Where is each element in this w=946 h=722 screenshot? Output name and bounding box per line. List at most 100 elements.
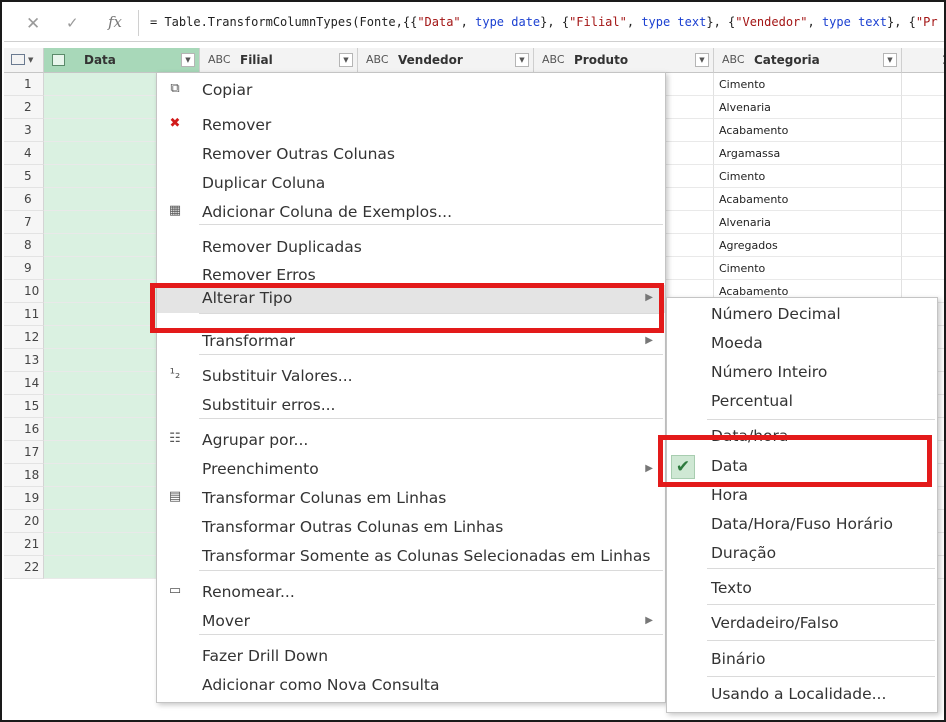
- type-option-moeda[interactable]: Moeda: [667, 330, 937, 358]
- menu-item-label: Transformar Colunas em Linhas: [202, 489, 447, 507]
- row-number: 4: [4, 142, 44, 165]
- type-option-binario[interactable]: Binário: [667, 646, 937, 674]
- chevron-right-icon: ▶: [645, 615, 653, 626]
- menu-item-transformar-colunas-em-linhas[interactable]: ▤ Transformar Colunas em Linhas: [157, 485, 665, 513]
- column-header-vendedor[interactable]: ABC Vendedor ▼: [358, 48, 534, 73]
- menu-item-agrupar-por[interactable]: ☷ Agrupar por...: [157, 427, 665, 455]
- table-cell[interactable]: Argamassa: [714, 142, 902, 165]
- menu-item-adicionar-como-nova-consulta[interactable]: Adicionar como Nova Consulta: [157, 672, 665, 700]
- text-type-icon: ABC: [722, 53, 745, 66]
- table-cell[interactable]: [902, 234, 944, 257]
- menu-item-remover-outras-colunas[interactable]: Remover Outras Colunas: [157, 141, 665, 169]
- table-cell[interactable]: Agregados: [714, 234, 902, 257]
- menu-item-mover[interactable]: Mover ▶: [157, 608, 665, 636]
- column-header-data[interactable]: Data ▼: [44, 48, 200, 73]
- table-cell[interactable]: Acabamento: [714, 119, 902, 142]
- formula-token: "Filial": [569, 15, 627, 29]
- type-option-percentual[interactable]: Percentual: [667, 388, 937, 416]
- type-option-label: Duração: [711, 544, 777, 562]
- formula-separator: [138, 10, 139, 36]
- type-option-label: Usando a Localidade...: [711, 685, 887, 703]
- table-cell[interactable]: [902, 73, 944, 96]
- type-option-verdadeiro-falso[interactable]: Verdadeiro/Falso: [667, 610, 937, 638]
- type-option-texto[interactable]: Texto: [667, 575, 937, 603]
- type-option-label: Data: [711, 457, 749, 475]
- rename-icon: ▭: [168, 583, 182, 598]
- formula-token: }, {: [540, 15, 570, 29]
- menu-item-duplicar-coluna[interactable]: Duplicar Coluna: [157, 170, 665, 198]
- menu-item-label: Transformar Outras Colunas em Linhas: [202, 518, 504, 536]
- type-option-numero-inteiro[interactable]: Número Inteiro: [667, 359, 937, 387]
- menu-item-preenchimento[interactable]: Preenchimento ▶: [157, 456, 665, 484]
- column-filter-dropdown-icon[interactable]: ▼: [695, 53, 709, 67]
- fx-icon[interactable]: fx: [108, 13, 122, 31]
- menu-item-label: Remover Duplicadas: [202, 238, 362, 256]
- type-option-label: Percentual: [711, 392, 793, 410]
- table-menu-button[interactable]: ▼: [4, 48, 44, 73]
- table-cell[interactable]: [902, 96, 944, 119]
- table-cell[interactable]: Cimento: [714, 73, 902, 96]
- type-option-usando-a-localidade[interactable]: Usando a Localidade...: [667, 681, 937, 709]
- row-number: 8: [4, 234, 44, 257]
- formula-token: = Table.TransformColumnTypes(Fonte,{{: [150, 15, 418, 29]
- menu-item-adicionar-coluna-de-exemplos[interactable]: ▦ Adicionar Coluna de Exemplos...: [157, 199, 665, 227]
- column-header-label: Vendedor: [398, 53, 463, 67]
- type-option-duracao[interactable]: Duração: [667, 540, 937, 568]
- table-cell[interactable]: Alvenaria: [714, 211, 902, 234]
- column-filter-dropdown-icon[interactable]: ▼: [515, 53, 529, 67]
- formula-token: "Vendedor": [735, 15, 808, 29]
- table-cell[interactable]: Cimento: [714, 165, 902, 188]
- column-header-produto[interactable]: ABC Produto ▼: [534, 48, 714, 73]
- column-filter-dropdown-icon[interactable]: ▼: [883, 53, 897, 67]
- row-number: 6: [4, 188, 44, 211]
- date-type-icon: [52, 54, 65, 66]
- menu-item-label: Substituir erros...: [202, 396, 336, 414]
- chevron-right-icon: ▶: [645, 335, 653, 346]
- menu-item-alterar-tipo[interactable]: Alterar Tipo ▶: [157, 285, 665, 313]
- formula-token: ,: [807, 15, 822, 29]
- type-option-data-hora[interactable]: Data/hora: [667, 423, 937, 451]
- menu-item-transformar-somente-as-colunas-selecionadas-em-linhas[interactable]: Transformar Somente as Colunas Seleciona…: [157, 543, 665, 571]
- column-filter-dropdown-icon[interactable]: ▼: [339, 53, 353, 67]
- menu-item-substituir-valores[interactable]: ¹₂ Substituir Valores...: [157, 363, 665, 391]
- confirm-formula-icon[interactable]: ✓: [66, 14, 79, 32]
- power-query-editor: ✕ ✓ fx = Table.TransformColumnTypes(Font…: [0, 0, 946, 722]
- menu-item-fazer-drill-down[interactable]: Fazer Drill Down: [157, 643, 665, 671]
- table-cell[interactable]: [902, 257, 944, 280]
- table-cell[interactable]: [902, 142, 944, 165]
- menu-item-copiar[interactable]: ⧉ Copiar: [157, 77, 665, 105]
- table-cell[interactable]: Acabamento: [714, 188, 902, 211]
- column-header-label: Produto: [574, 53, 629, 67]
- menu-item-label: Mover: [202, 612, 250, 630]
- menu-item-renomear[interactable]: ▭ Renomear...: [157, 579, 665, 607]
- formula-text[interactable]: = Table.TransformColumnTypes(Fonte,{{"Da…: [150, 15, 938, 29]
- table-cell[interactable]: [902, 119, 944, 142]
- formula-token: "Pr: [915, 15, 938, 29]
- formula-token: ,: [626, 15, 642, 29]
- column-header-filial[interactable]: ABC Filial ▼: [200, 48, 358, 73]
- cancel-formula-icon[interactable]: ✕: [26, 14, 40, 34]
- menu-item-label: Copiar: [202, 81, 253, 99]
- column-filter-dropdown-icon[interactable]: ▼: [181, 53, 195, 67]
- table-cell[interactable]: Alvenaria: [714, 96, 902, 119]
- type-option-label: Hora: [711, 486, 749, 504]
- replace-values-icon: ¹₂: [169, 367, 181, 382]
- menu-item-substituir-erros[interactable]: Substituir erros...: [157, 392, 665, 420]
- type-option-data[interactable]: ✔ Data: [667, 453, 937, 481]
- type-option-hora[interactable]: Hora: [667, 482, 937, 510]
- menu-item-transformar[interactable]: Transformar ▶: [157, 328, 665, 356]
- menu-item-transformar-outras-colunas-em-linhas[interactable]: Transformar Outras Colunas em Linhas: [157, 514, 665, 542]
- type-option-numero-decimal[interactable]: Número Decimal: [667, 301, 937, 329]
- table-cell[interactable]: Cimento: [714, 257, 902, 280]
- column-header-1-[interactable]: 1.: [902, 48, 944, 73]
- table-cell[interactable]: [902, 165, 944, 188]
- type-option-data-hora-fuso-horario[interactable]: Data/Hora/Fuso Horário: [667, 511, 937, 539]
- menu-item-remover-duplicadas[interactable]: Remover Duplicadas: [157, 234, 665, 262]
- table-cell[interactable]: [902, 211, 944, 234]
- menu-item-remover[interactable]: ✖ Remover: [157, 112, 665, 140]
- column-header-categoria[interactable]: ABC Categoria ▼: [714, 48, 902, 73]
- row-number: 14: [4, 372, 44, 395]
- formula-token: "Data": [417, 15, 461, 29]
- type-option-label: Data/Hora/Fuso Horário: [711, 515, 894, 533]
- table-cell[interactable]: [902, 188, 944, 211]
